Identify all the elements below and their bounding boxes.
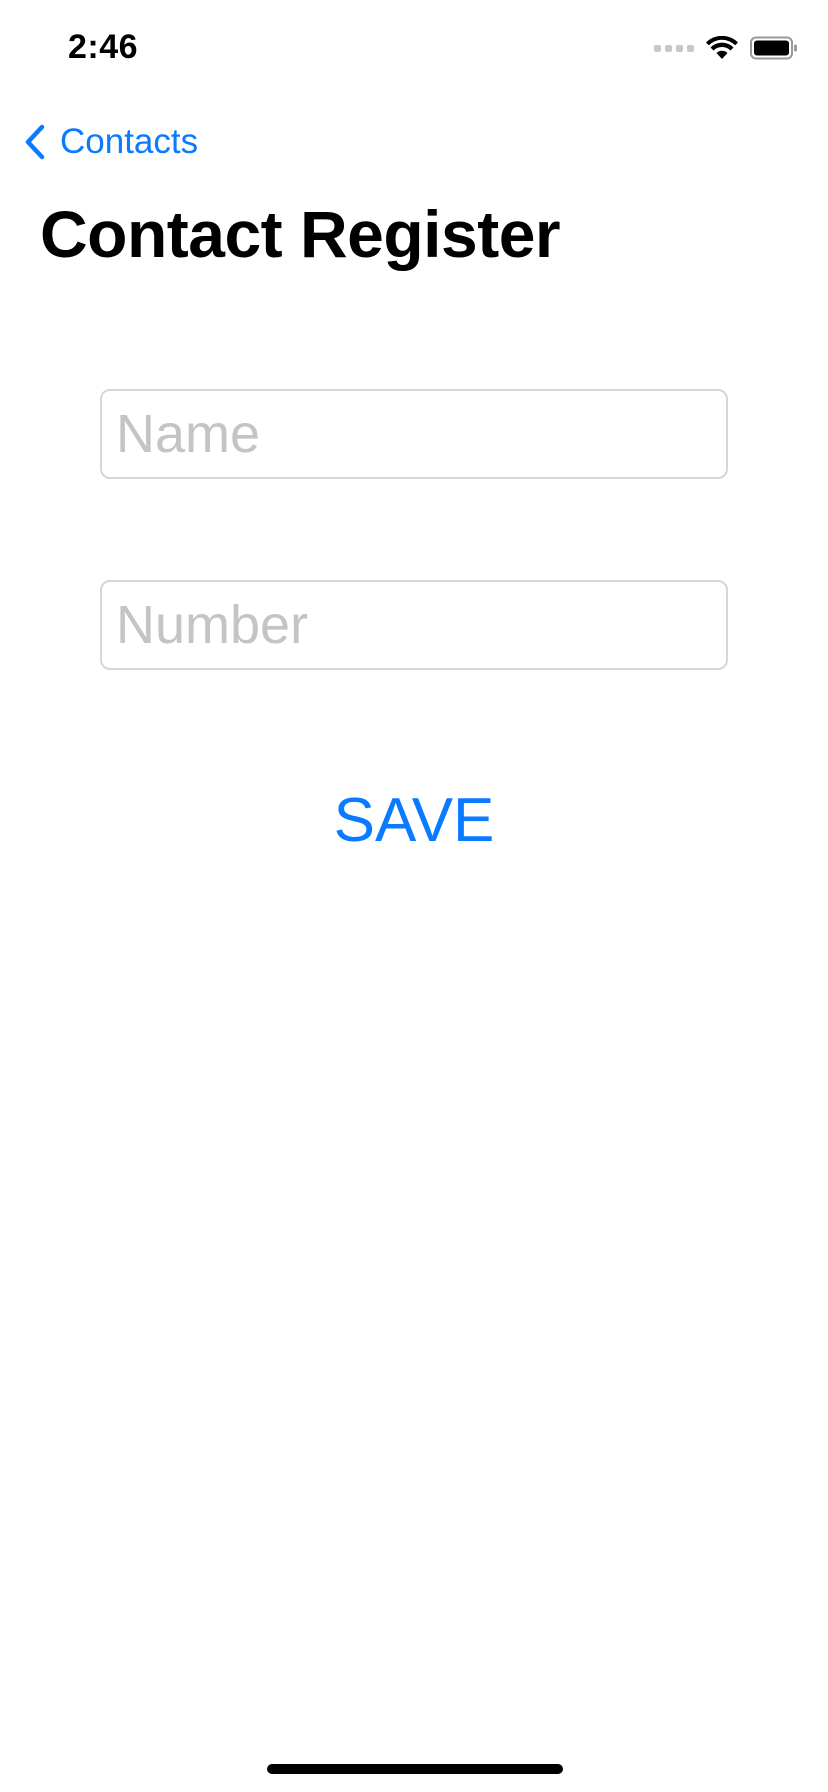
name-field[interactable] — [100, 389, 728, 479]
status-icons — [654, 36, 798, 60]
status-time: 2:46 — [68, 28, 139, 66]
chevron-left-icon — [25, 124, 45, 160]
wifi-icon — [706, 36, 738, 59]
cellular-signal-icon — [654, 44, 694, 52]
home-indicator[interactable] — [267, 1764, 563, 1774]
page-title: Contact Register — [40, 197, 561, 271]
status-bar: 2:46 — [0, 0, 828, 100]
number-field[interactable] — [100, 580, 728, 670]
back-button-label: Contacts — [60, 122, 199, 161]
save-button[interactable]: SAVE — [314, 775, 514, 865]
back-button[interactable]: Contacts — [24, 118, 198, 166]
battery-icon — [750, 36, 797, 60]
